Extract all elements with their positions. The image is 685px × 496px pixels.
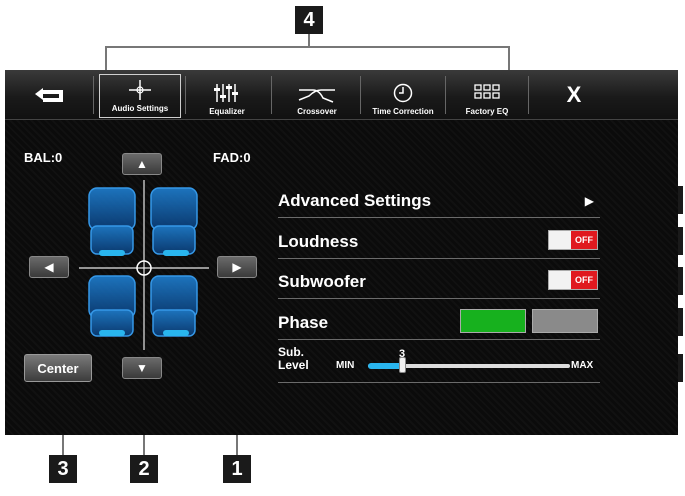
tab-factory-eq-label: Factory EQ [465, 107, 509, 116]
fader-readout: FAD:0 [213, 150, 251, 165]
toolbar-separator [93, 76, 94, 114]
subwoofer-toggle[interactable]: OFF [548, 270, 598, 290]
sub-level-min-label: MIN [336, 360, 355, 371]
sub-level-value: 3 [399, 348, 406, 360]
phase-reverse-button[interactable] [532, 309, 598, 333]
toggle-knob [549, 271, 571, 289]
back-button[interactable] [5, 70, 93, 120]
play-arrow-icon: ▶ [584, 194, 594, 208]
crosshair-icon [129, 80, 151, 100]
sub-level-slider[interactable] [368, 357, 570, 373]
arrow-left-icon: ◀ [44, 260, 54, 274]
fader-down-button[interactable]: ▼ [122, 357, 162, 379]
top-toolbar: Audio Settings Equalizer Crossover Time … [5, 70, 678, 120]
arrow-right-icon: ▶ [232, 260, 242, 274]
balance-readout: BAL:0 [24, 150, 63, 165]
crossover-icon [298, 89, 335, 103]
back-arrow-icon [35, 88, 63, 102]
device-screen: Audio Settings Equalizer Crossover Time … [5, 70, 678, 435]
seat-front-right [150, 187, 198, 255]
seat-front-left [88, 187, 136, 255]
tab-equalizer[interactable]: Equalizer [186, 70, 268, 120]
phase-normal-button[interactable] [460, 309, 526, 333]
tab-crossover[interactable]: Crossover [272, 70, 362, 120]
advanced-settings-row[interactable]: Advanced Settings ▶ [278, 178, 600, 218]
phase-label: Phase [278, 313, 329, 332]
toggle-knob [549, 231, 571, 249]
loudness-toggle[interactable]: OFF [548, 230, 598, 250]
center-button[interactable]: Center [24, 354, 92, 382]
callout-1: 1 [223, 455, 251, 483]
subwoofer-state: OFF [571, 271, 597, 289]
phase-row: Phase [278, 300, 600, 340]
tab-crossover-label: Crossover [297, 107, 337, 116]
loudness-label: Loudness [278, 232, 359, 251]
arrow-down-icon: ▼ [136, 361, 148, 375]
advanced-settings-label: Advanced Settings [278, 191, 432, 210]
sub-level-label-line1: Sub. [278, 345, 304, 359]
equalizer-icon [214, 84, 238, 102]
tab-audio-settings-label: Audio Settings [111, 104, 169, 113]
subwoofer-row: Subwoofer OFF [278, 259, 600, 299]
sub-level-label-line2: Level [278, 358, 309, 372]
balance-left-button[interactable]: ◀ [29, 256, 69, 278]
close-button[interactable]: X [529, 70, 619, 120]
tab-equalizer-label: Equalizer [209, 107, 245, 116]
tab-factory-eq[interactable]: Factory EQ [446, 70, 528, 120]
balance-right-button[interactable]: ▶ [217, 256, 257, 278]
tab-time-correction[interactable]: Time Correction [361, 70, 445, 120]
grid-icon [474, 84, 500, 99]
arrow-up-icon: ▲ [136, 157, 148, 171]
close-icon: X [566, 82, 582, 107]
tab-time-correction-label: Time Correction [372, 107, 434, 116]
seat-rear-left [88, 275, 136, 337]
loudness-row: Loudness OFF [278, 219, 600, 259]
tab-audio-settings[interactable]: Audio Settings [99, 74, 181, 118]
subwoofer-label: Subwoofer [278, 272, 366, 291]
seat-position-map[interactable] [79, 180, 209, 350]
callout-3: 3 [49, 455, 77, 483]
sub-level-max-label: MAX [571, 360, 594, 371]
seat-rear-right [150, 275, 198, 337]
clock-icon [393, 83, 413, 103]
loudness-state: OFF [571, 231, 597, 249]
sub-level-fill [368, 363, 402, 369]
callout-4: 4 [295, 6, 323, 34]
callout-2: 2 [130, 455, 158, 483]
sub-level-row [278, 343, 600, 383]
fader-up-button[interactable]: ▲ [122, 153, 162, 175]
